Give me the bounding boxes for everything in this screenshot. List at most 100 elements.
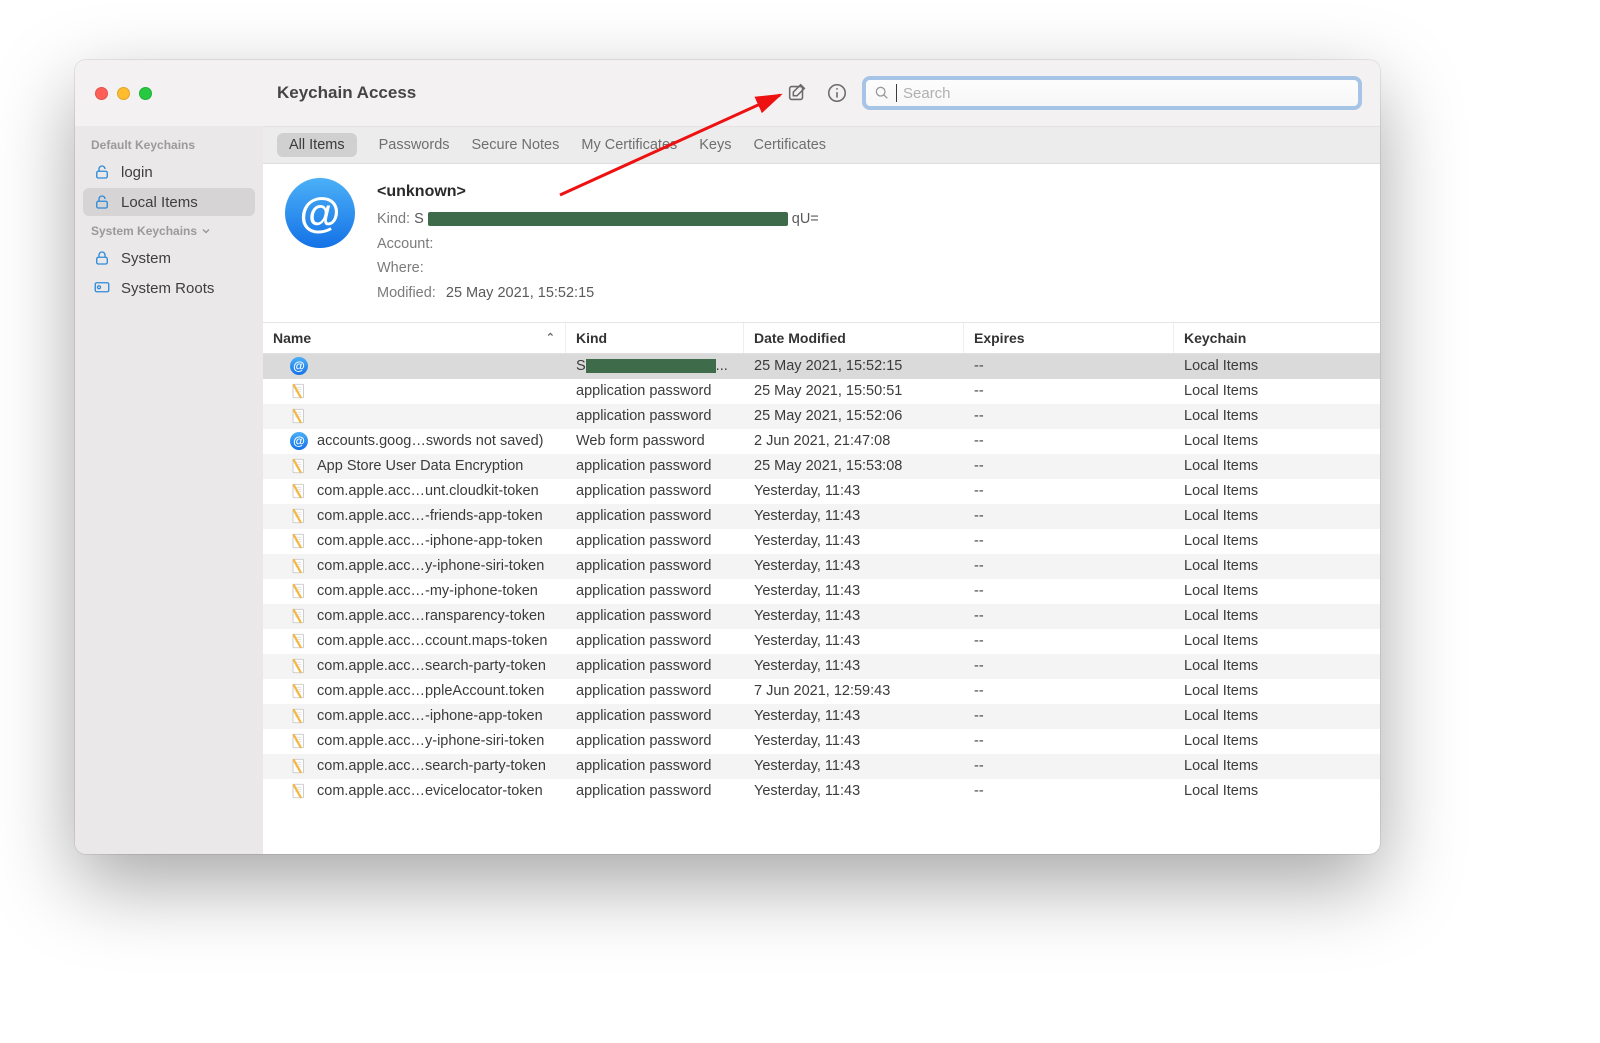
row-date: 25 May 2021, 15:53:08 <box>744 458 964 474</box>
minimize-button[interactable] <box>117 87 130 100</box>
table-row[interactable]: com.apple.acc…search-party-tokenapplicat… <box>263 654 1380 679</box>
filter-all-items[interactable]: All Items <box>277 133 357 157</box>
table-row[interactable]: com.apple.acc…ppleAccount.tokenapplicati… <box>263 679 1380 704</box>
row-kind: application password <box>566 783 744 799</box>
compose-icon <box>786 82 808 104</box>
table-row[interactable]: App Store User Data Encryptionapplicatio… <box>263 454 1380 479</box>
row-expires: -- <box>964 758 1174 774</box>
sidebar-item-system[interactable]: System <box>83 244 255 272</box>
row-keychain: Local Items <box>1174 608 1380 624</box>
sidebar-item-label: login <box>121 164 153 181</box>
row-date: 25 May 2021, 15:50:51 <box>744 383 964 399</box>
close-button[interactable] <box>95 87 108 100</box>
row-kind: application password <box>566 383 744 399</box>
sidebar-item-system-roots[interactable]: System Roots <box>83 274 255 302</box>
row-keychain: Local Items <box>1174 683 1380 699</box>
detail-modified: Modified: 25 May 2021, 15:52:15 <box>377 281 819 306</box>
column-header-kind[interactable]: Kind <box>566 323 744 353</box>
table-row[interactable]: @accounts.goog…swords not saved)Web form… <box>263 429 1380 454</box>
detail-kind: Kind: SqU= <box>377 207 819 232</box>
items-table: Name⌃ Kind Date Modified Expires Keychai… <box>263 323 1380 854</box>
app-title: Keychain Access <box>277 83 416 103</box>
detail-pane: @ <unknown> Kind: SqU= Account: Where: M… <box>263 164 1380 323</box>
column-header-name[interactable]: Name⌃ <box>263 323 566 353</box>
table-row[interactable]: com.apple.acc…y-iphone-siri-tokenapplica… <box>263 554 1380 579</box>
row-expires: -- <box>964 583 1174 599</box>
maximize-button[interactable] <box>139 87 152 100</box>
table-row[interactable]: com.apple.acc…-iphone-app-tokenapplicati… <box>263 704 1380 729</box>
row-date: 2 Jun 2021, 21:47:08 <box>744 433 964 449</box>
row-name: com.apple.acc…-iphone-app-token <box>317 533 543 549</box>
row-kind: application password <box>566 483 744 499</box>
row-date: Yesterday, 11:43 <box>744 533 964 549</box>
table-row[interactable]: com.apple.acc…-iphone-app-tokenapplicati… <box>263 529 1380 554</box>
filter-passwords[interactable]: Passwords <box>379 137 450 153</box>
info-button[interactable] <box>822 78 852 108</box>
table-row[interactable]: application password25 May 2021, 15:50:5… <box>263 379 1380 404</box>
row-date: Yesterday, 11:43 <box>744 633 964 649</box>
row-expires: -- <box>964 383 1174 399</box>
row-expires: -- <box>964 358 1174 374</box>
table-row[interactable]: @S...25 May 2021, 15:52:15--Local Items <box>263 354 1380 379</box>
row-expires: -- <box>964 658 1174 674</box>
text-caret <box>896 84 897 102</box>
sidebar-section-default: Default Keychains <box>75 132 263 156</box>
content-area: All Items Passwords Secure Notes My Certifi… <box>263 126 1380 854</box>
row-expires: -- <box>964 458 1174 474</box>
filter-certificates[interactable]: Certificates <box>754 137 827 153</box>
table-row[interactable]: application password25 May 2021, 15:52:0… <box>263 404 1380 429</box>
table-row[interactable]: com.apple.acc…evicelocator-tokenapplicat… <box>263 779 1380 804</box>
row-name: com.apple.acc…ransparency-token <box>317 608 545 624</box>
note-icon <box>290 382 308 400</box>
row-keychain: Local Items <box>1174 583 1380 599</box>
row-expires: -- <box>964 508 1174 524</box>
row-kind: application password <box>566 408 744 424</box>
sidebar-item-label: Local Items <box>121 194 198 211</box>
row-keychain: Local Items <box>1174 508 1380 524</box>
row-kind: application password <box>566 633 744 649</box>
note-icon <box>290 782 308 800</box>
table-row[interactable]: com.apple.acc…y-iphone-siri-tokenapplica… <box>263 729 1380 754</box>
table-row[interactable]: com.apple.acc…search-party-tokenapplicat… <box>263 754 1380 779</box>
table-row[interactable]: com.apple.acc…ccount.maps-tokenapplicati… <box>263 629 1380 654</box>
search-input[interactable] <box>903 85 1350 102</box>
row-kind: Web form password <box>566 433 744 449</box>
row-date: 25 May 2021, 15:52:15 <box>744 358 964 374</box>
row-date: Yesterday, 11:43 <box>744 608 964 624</box>
table-row[interactable]: com.apple.acc…unt.cloudkit-tokenapplicat… <box>263 479 1380 504</box>
note-icon <box>290 457 308 475</box>
sidebar-item-label: System Roots <box>121 280 214 297</box>
row-date: Yesterday, 11:43 <box>744 558 964 574</box>
sidebar-item-login[interactable]: login <box>83 158 255 186</box>
unlock-icon <box>93 163 111 181</box>
info-icon <box>826 82 848 104</box>
row-date: 25 May 2021, 15:52:06 <box>744 408 964 424</box>
row-keychain: Local Items <box>1174 633 1380 649</box>
table-row[interactable]: com.apple.acc…-my-iphone-tokenapplicatio… <box>263 579 1380 604</box>
column-header-expires[interactable]: Expires <box>964 323 1174 353</box>
table-row[interactable]: com.apple.acc…ransparency-tokenapplicati… <box>263 604 1380 629</box>
redacted-block <box>428 212 788 226</box>
sidebar-section-system[interactable]: System Keychains <box>75 218 263 242</box>
lock-icon <box>93 249 111 267</box>
row-keychain: Local Items <box>1174 458 1380 474</box>
row-keychain: Local Items <box>1174 558 1380 574</box>
table-row[interactable]: com.apple.acc…-friends-app-tokenapplicat… <box>263 504 1380 529</box>
row-keychain: Local Items <box>1174 383 1380 399</box>
note-icon <box>290 557 308 575</box>
unlock-icon <box>93 193 111 211</box>
row-keychain: Local Items <box>1174 433 1380 449</box>
row-expires: -- <box>964 683 1174 699</box>
sidebar-item-local-items[interactable]: Local Items <box>83 188 255 216</box>
at-sign-icon: @ <box>285 178 355 248</box>
filter-secure-notes[interactable]: Secure Notes <box>472 137 560 153</box>
search-field[interactable] <box>862 76 1362 110</box>
new-note-button[interactable] <box>782 78 812 108</box>
row-date: Yesterday, 11:43 <box>744 508 964 524</box>
column-header-date-modified[interactable]: Date Modified <box>744 323 964 353</box>
detail-account: Account: <box>377 232 819 257</box>
filter-my-certificates[interactable]: My Certificates <box>581 137 677 153</box>
column-header-keychain[interactable]: Keychain <box>1174 323 1380 353</box>
filter-keys[interactable]: Keys <box>699 137 731 153</box>
row-kind: application password <box>566 558 744 574</box>
